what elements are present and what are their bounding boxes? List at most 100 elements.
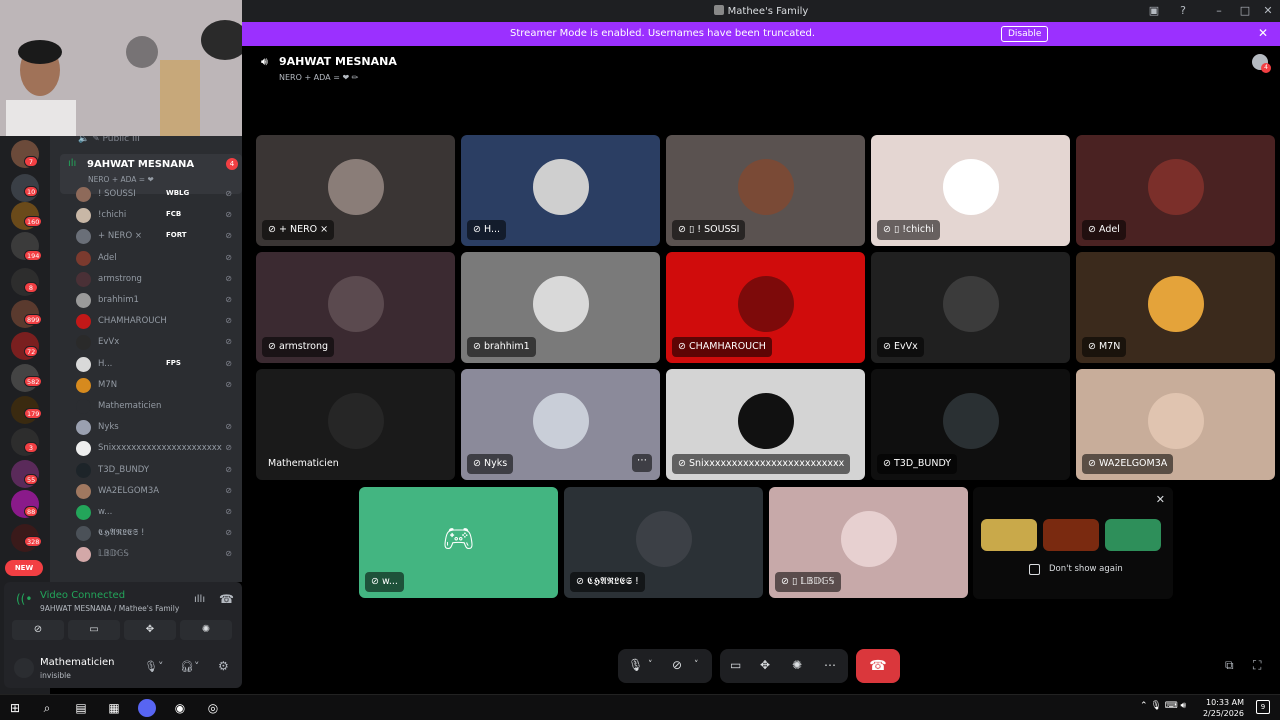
video-tile[interactable]: ⊘ ▯ ! SOUSSI bbox=[666, 135, 865, 246]
file-explorer-icon[interactable]: ▤ bbox=[72, 699, 90, 717]
chrome-icon[interactable]: ◎ bbox=[204, 699, 222, 717]
mic-icon[interactable]: 🎙︎˅ bbox=[144, 660, 163, 673]
mic-icon[interactable]: 🎙︎ bbox=[628, 658, 643, 672]
store-icon[interactable]: ▦ bbox=[105, 699, 123, 717]
game-thumbnail[interactable] bbox=[1043, 519, 1099, 551]
member-item[interactable]: CHAMHAROUCH ⊘ bbox=[76, 313, 236, 331]
member-item[interactable]: 𝕃𝔹𝔻𝔾𝕊 ⊘ bbox=[76, 546, 236, 564]
notification-center-icon[interactable]: 9 bbox=[1256, 700, 1270, 714]
video-tile[interactable]: Mathematicien bbox=[256, 369, 455, 480]
avatar bbox=[76, 483, 91, 499]
member-item[interactable]: ! SOUSSI WBLG ⊘ bbox=[76, 186, 236, 204]
end-call-button[interactable]: ☎ bbox=[856, 649, 900, 683]
video-tile[interactable]: ⊘ ▯ !chichi bbox=[871, 135, 1070, 246]
video-tile[interactable]: ⊘ + NERO × bbox=[256, 135, 455, 246]
chevron-down-icon[interactable]: ˅ bbox=[694, 660, 699, 670]
search-icon[interactable]: ⌕ bbox=[38, 699, 56, 717]
video-tile[interactable]: ⊘ H... bbox=[461, 135, 660, 246]
prev-channel[interactable]: 🔈 ✎ Public III bbox=[78, 136, 140, 144]
member-item[interactable]: M7N ⊘ bbox=[76, 377, 236, 395]
close-window-button[interactable]: ✕ bbox=[1260, 3, 1276, 19]
member-item[interactable]: T3D_BUNDY ⊘ bbox=[76, 462, 236, 480]
video-tile[interactable]: ⊘ T3D_BUNDY bbox=[871, 369, 1070, 480]
video-tile[interactable]: ⊘ 𝕮𝕳𝕬𝕽𝕷𝕰𝕾 ! bbox=[564, 487, 763, 598]
close-icon[interactable]: ✕ bbox=[1156, 493, 1165, 506]
video-tile[interactable]: ⊘ WA2ELGOM3A bbox=[1076, 369, 1275, 480]
member-item[interactable]: brahhim1 ⊘ bbox=[76, 292, 236, 310]
disable-button[interactable]: Disable bbox=[1001, 26, 1049, 42]
member-item[interactable]: + NERO × FORT ⊘ bbox=[76, 228, 236, 246]
avatar bbox=[76, 271, 91, 287]
activities-button[interactable]: ✥ bbox=[124, 620, 176, 640]
camera-off-button[interactable]: ⊘ bbox=[12, 620, 64, 640]
member-item[interactable]: 𝕮𝕳𝕬𝕽𝕷𝕰𝕾 ! ⊘ bbox=[76, 525, 236, 543]
more-icon[interactable]: ⋯ bbox=[824, 658, 836, 672]
muted-icon: ⊘ bbox=[371, 576, 382, 587]
member-item[interactable]: H... FPS ⊘ bbox=[76, 356, 236, 374]
user-name[interactable]: Mathematicien bbox=[40, 657, 115, 668]
avatar bbox=[737, 392, 794, 449]
more-icon[interactable]: ⋯ bbox=[632, 454, 652, 472]
game-thumbnail[interactable] bbox=[1105, 519, 1161, 551]
voice-location[interactable]: 9AHWAT MESNANA / Mathee's Family bbox=[40, 604, 179, 613]
video-tile[interactable]: ⊘ ▯ 𝕃𝔹𝔻𝔾𝕊 bbox=[769, 487, 968, 598]
windows-start-icon[interactable]: ⊞ bbox=[6, 699, 24, 717]
headphones-icon[interactable]: 🎧︎˅ bbox=[180, 660, 199, 673]
video-tile[interactable]: ⊘ CHAMHAROUCH bbox=[666, 252, 865, 363]
soundboard-button[interactable]: ✺ bbox=[180, 620, 232, 640]
member-item[interactable]: Nyks ⊘ bbox=[76, 419, 236, 437]
camera-off-icon[interactable]: ⊘ bbox=[672, 658, 682, 672]
video-tile[interactable]: ⊘ EvVx bbox=[871, 252, 1070, 363]
member-item[interactable]: !chichi FCB ⊘ bbox=[76, 207, 236, 225]
video-tile[interactable]: ⊘ armstrong bbox=[256, 252, 455, 363]
chevron-down-icon[interactable]: ˅ bbox=[648, 660, 653, 670]
dont-show-checkbox[interactable] bbox=[1029, 564, 1040, 575]
avatar[interactable] bbox=[14, 658, 34, 678]
soundboard-icon[interactable]: ✺ bbox=[792, 658, 802, 672]
settings-gear-icon[interactable]: ⚙ bbox=[218, 659, 229, 673]
fullscreen-icon[interactable]: ⛶ bbox=[1253, 658, 1261, 673]
member-item[interactable]: Adel ⊘ bbox=[76, 250, 236, 268]
obs-icon[interactable]: ◉ bbox=[171, 699, 189, 717]
channel-status: NERO + ADA = ❤ bbox=[88, 175, 154, 184]
video-tile[interactable]: ⊘ brahhim1 bbox=[461, 252, 660, 363]
time: 10:33 AM bbox=[1206, 698, 1244, 707]
video-tile[interactable]: 🎮︎ ⊘ w... bbox=[359, 487, 558, 598]
video-tile[interactable]: ⊘ Adel bbox=[1076, 135, 1275, 246]
member-item[interactable]: Mathematicien bbox=[76, 398, 236, 416]
clock[interactable]: 10:33 AM 2/25/2026 bbox=[1203, 697, 1244, 719]
server-badge: 582 bbox=[24, 376, 43, 387]
tile-name: 𝕮𝕳𝕬𝕽𝕷𝕰𝕾 ! bbox=[586, 576, 639, 587]
disconnect-icon[interactable]: ☎ bbox=[219, 592, 234, 606]
member-item[interactable]: Snixxxxxxxxxxxxxxxxxxxxxxxxx⊘ bbox=[76, 440, 236, 458]
close-icon[interactable]: ✕ bbox=[1258, 26, 1268, 40]
inbox-icon[interactable]: ▣ bbox=[1146, 3, 1162, 19]
popout-icon[interactable]: ⧉ bbox=[1225, 658, 1234, 673]
game-thumbnail[interactable] bbox=[981, 519, 1037, 551]
tile-label: ⊘ ▯ ! SOUSSI bbox=[672, 220, 746, 240]
help-icon[interactable]: ? bbox=[1175, 3, 1191, 19]
tile-label: ⊘ + NERO × bbox=[262, 220, 335, 240]
muted-icon: ⊘ bbox=[678, 458, 689, 469]
screen-share-icon[interactable]: ▭ bbox=[730, 658, 741, 672]
discord-icon[interactable] bbox=[138, 699, 156, 717]
member-item[interactable]: EvVx ⊘ bbox=[76, 334, 236, 352]
noise-icon[interactable]: ıllı bbox=[194, 594, 205, 605]
avatar bbox=[737, 158, 794, 215]
server-badge: 160 bbox=[24, 216, 43, 227]
member-item[interactable]: WA2ELGOM3A ⊘ bbox=[76, 483, 236, 501]
minimize-button[interactable]: – bbox=[1211, 3, 1227, 19]
screen-share-button[interactable]: ▭ bbox=[68, 620, 120, 640]
video-tile[interactable]: ⊘ Nyks ⋯ bbox=[461, 369, 660, 480]
tile-name: 𝕃𝔹𝔻𝔾𝕊 bbox=[800, 576, 835, 587]
activities-icon[interactable]: ✥ bbox=[760, 658, 770, 672]
new-servers-pill[interactable]: NEW bbox=[5, 560, 43, 576]
video-tile[interactable]: ⊘ Snixxxxxxxxxxxxxxxxxxxxxxxxx bbox=[666, 369, 865, 480]
system-tray-icons[interactable]: ⌃ 🎙︎ ⌨ 🔊︎ bbox=[1140, 701, 1186, 711]
member-item[interactable]: w... ⊘ bbox=[76, 504, 236, 522]
window-titlebar: Mathee's Family ▣ ? – □ ✕ bbox=[242, 0, 1280, 22]
mic-control[interactable]: 🎙︎ ˅ ⊘ ˅ bbox=[618, 649, 712, 683]
maximize-button[interactable]: □ bbox=[1237, 3, 1253, 19]
member-item[interactable]: armstrong ⊘ bbox=[76, 271, 236, 289]
video-tile[interactable]: ⊘ M7N bbox=[1076, 252, 1275, 363]
